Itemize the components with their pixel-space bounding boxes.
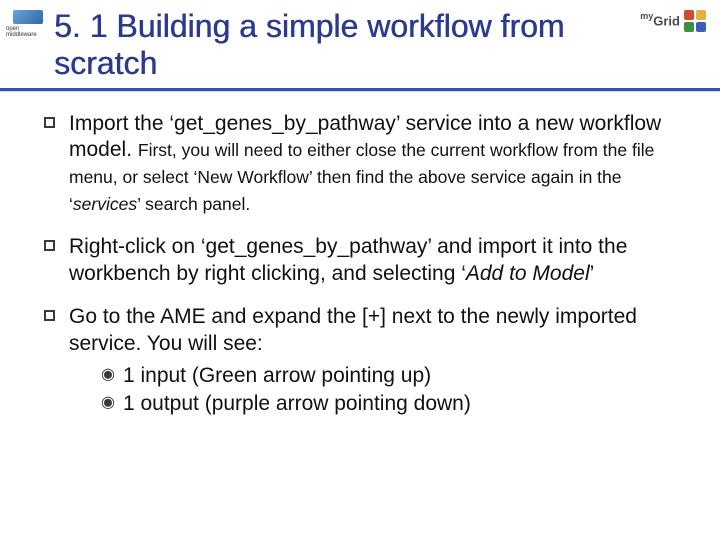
- omii-logo-caption: open middleware: [6, 26, 50, 38]
- bullet-text: Right-click on ‘get_genes_by_pathway’ an…: [69, 234, 684, 288]
- sub-bullet-item: ◉ 1 input (Green arrow pointing up): [101, 362, 684, 390]
- bullet-item: Import the ‘get_genes_by_pathway’ servic…: [44, 111, 684, 219]
- mygrid-text: myGrid: [640, 11, 680, 30]
- slide-header: open middleware 5. 1 Building a simple w…: [0, 0, 720, 82]
- circle-dot-icon: ◉: [101, 362, 115, 388]
- mygrid-main: Grid: [653, 14, 680, 29]
- bullet-item: Right-click on ‘get_genes_by_pathway’ an…: [44, 234, 684, 288]
- slide-title: 5. 1 Building a simple workflow from scr…: [50, 8, 640, 82]
- mygrid-icon: [684, 10, 706, 32]
- bullet-detail: First, you will need to either close the…: [69, 140, 654, 214]
- sub-bullet-text: 1 output (purple arrow pointing down): [123, 390, 471, 418]
- sub-bullet-text: 1 input (Green arrow pointing up): [123, 362, 431, 390]
- slide-body: Import the ‘get_genes_by_pathway’ servic…: [0, 91, 720, 419]
- bullet-lead: Go to the AME and expand the [+] next to…: [69, 305, 637, 355]
- sub-bullet-list: ◉ 1 input (Green arrow pointing up) ◉ 1 …: [69, 362, 684, 419]
- bullet-text: Go to the AME and expand the [+] next to…: [69, 304, 684, 418]
- sub-bullet-item: ◉ 1 output (purple arrow pointing down): [101, 390, 684, 418]
- mygrid-brand: myGrid: [640, 8, 706, 32]
- omii-logo: open middleware: [6, 8, 50, 38]
- circle-dot-icon: ◉: [101, 390, 115, 416]
- mygrid-prefix: my: [640, 11, 653, 21]
- square-bullet-icon: [44, 117, 55, 128]
- bullet-item: Go to the AME and expand the [+] next to…: [44, 304, 684, 418]
- square-bullet-icon: [44, 240, 55, 251]
- square-bullet-icon: [44, 310, 55, 321]
- omii-logo-mark: [13, 10, 43, 24]
- bullet-text: Import the ‘get_genes_by_pathway’ servic…: [69, 111, 684, 219]
